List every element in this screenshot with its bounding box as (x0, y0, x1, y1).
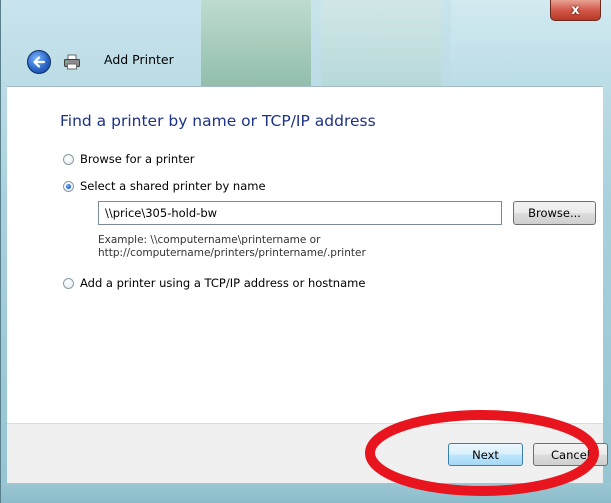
option-browse-printer[interactable]: Browse for a printer (63, 152, 195, 166)
browse-button[interactable]: Browse... (513, 201, 596, 225)
example-hint-line-1: Example: \\computername\printername or (98, 234, 321, 246)
window-title: Add Printer (104, 52, 174, 67)
printer-path-input[interactable] (98, 201, 502, 225)
option-shared-printer-label: Select a shared printer by name (80, 179, 266, 193)
cancel-button[interactable]: Cancel (533, 443, 608, 466)
add-printer-window: x Add Printer Find a printer by name or … (0, 0, 611, 503)
radio-shared-printer[interactable] (63, 180, 74, 192)
option-browse-printer-label: Browse for a printer (80, 152, 195, 166)
page-heading: Find a printer by name or TCP/IP address (60, 112, 376, 130)
glass-frame-background (321, 0, 441, 90)
next-button[interactable]: Next (448, 443, 523, 466)
window-bottom-frame (1, 483, 611, 503)
close-icon: x (571, 2, 580, 18)
example-hint: Example: \\computername\printername or h… (98, 234, 366, 260)
radio-tcpip-printer[interactable] (63, 277, 74, 289)
glass-frame-background (201, 0, 311, 90)
back-arrow-icon (33, 56, 46, 68)
printer-icon (64, 54, 80, 70)
option-tcpip-printer-label: Add a printer using a TCP/IP address or … (80, 276, 366, 290)
example-hint-line-2: http://computername/printers/printername… (98, 247, 366, 259)
back-button[interactable] (27, 50, 51, 74)
option-tcpip-printer[interactable]: Add a printer using a TCP/IP address or … (63, 276, 365, 290)
close-button[interactable]: x (550, 0, 601, 21)
radio-browse-printer[interactable] (63, 153, 74, 165)
option-shared-printer[interactable]: Select a shared printer by name (63, 179, 266, 193)
